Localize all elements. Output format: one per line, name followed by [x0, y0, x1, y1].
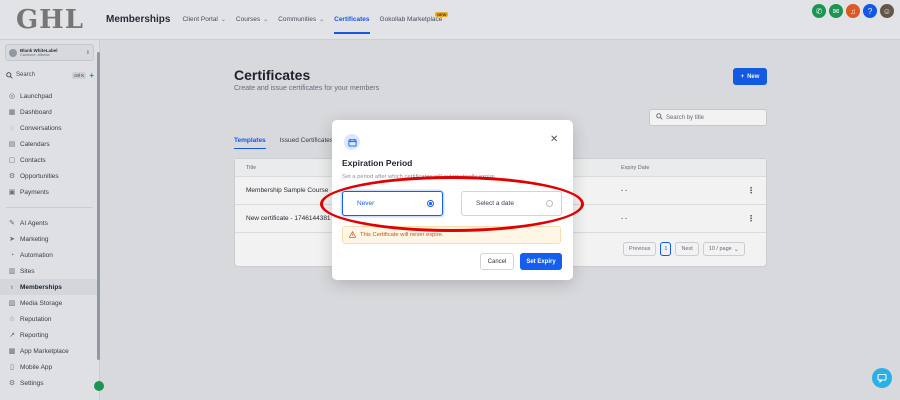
modal-title: Expiration Period: [342, 158, 413, 168]
radio-never[interactable]: [427, 200, 434, 207]
radio-select-date[interactable]: [546, 200, 553, 207]
set-expiry-button[interactable]: Set Expiry: [520, 253, 562, 270]
warning-icon: [348, 230, 357, 240]
option-select-date-label: Select a date: [476, 200, 514, 207]
cancel-button[interactable]: Cancel: [480, 253, 514, 270]
calendar-icon: [344, 134, 360, 150]
option-never-label: Never: [357, 200, 375, 207]
expiration-modal: ✕ Expiration Period Set a period after w…: [332, 120, 573, 280]
warning-text: This Certificate will never expire.: [360, 232, 444, 238]
warning-banner: This Certificate will never expire.: [342, 226, 561, 244]
close-icon[interactable]: ✕: [550, 134, 558, 145]
option-select-date[interactable]: Select a date: [461, 191, 562, 216]
option-never[interactable]: Never: [342, 191, 443, 216]
chat-widget-icon[interactable]: [872, 368, 892, 388]
modal-description: Set a period after which certificates wi…: [342, 174, 495, 180]
